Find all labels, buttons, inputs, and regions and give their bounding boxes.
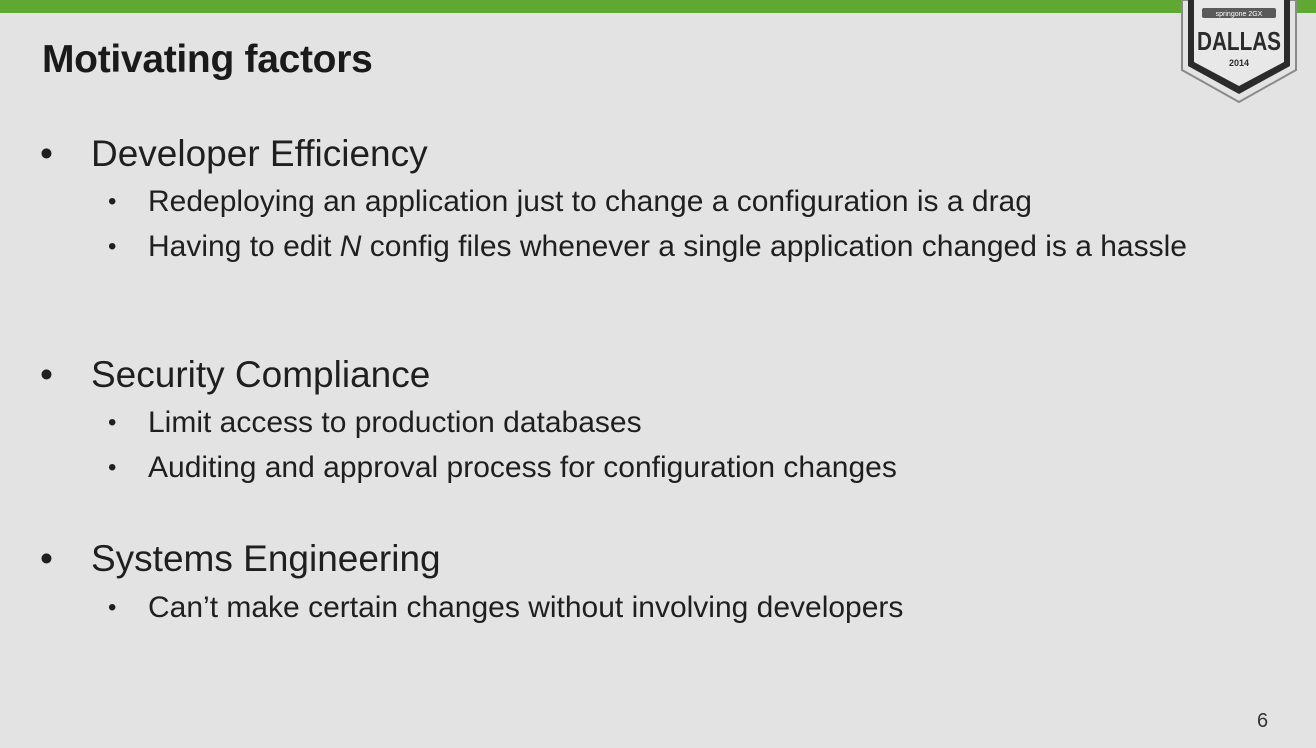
page-number: 6 — [1257, 710, 1269, 732]
sub-bullet-text: Having to edit N config files whenever a… — [148, 230, 1187, 263]
italic-n: N — [339, 230, 362, 263]
sub-bullet-text: Can’t make certain changes without invol… — [148, 591, 904, 624]
bullet-dot: • — [40, 133, 53, 174]
bullet-text: Developer Efficiency — [91, 133, 428, 174]
slide: Motivating factors springone 2GX DALLAS … — [0, 0, 1316, 748]
sub-bullet-text: Auditing and approval process for config… — [148, 451, 897, 484]
sub-bullet-dot: • — [108, 454, 117, 481]
bullet-text: Systems Engineering — [91, 538, 441, 579]
bullet-dot: • — [40, 354, 53, 395]
sub-bullet-dot: • — [108, 409, 117, 436]
sub-bullet-dot: • — [108, 233, 117, 260]
sub-bullet-text: Redeploying an application just to chang… — [148, 185, 1032, 218]
sub-bullet-dot: • — [108, 594, 117, 621]
bullet-text: Security Compliance — [91, 354, 431, 395]
sub-bullet-text: Limit access to production databases — [148, 406, 642, 439]
bullet-dot: • — [40, 538, 53, 579]
sub-bullet-dot: • — [108, 188, 117, 215]
slide-content: • Developer Efficiency • Redeploying an … — [0, 0, 1316, 748]
